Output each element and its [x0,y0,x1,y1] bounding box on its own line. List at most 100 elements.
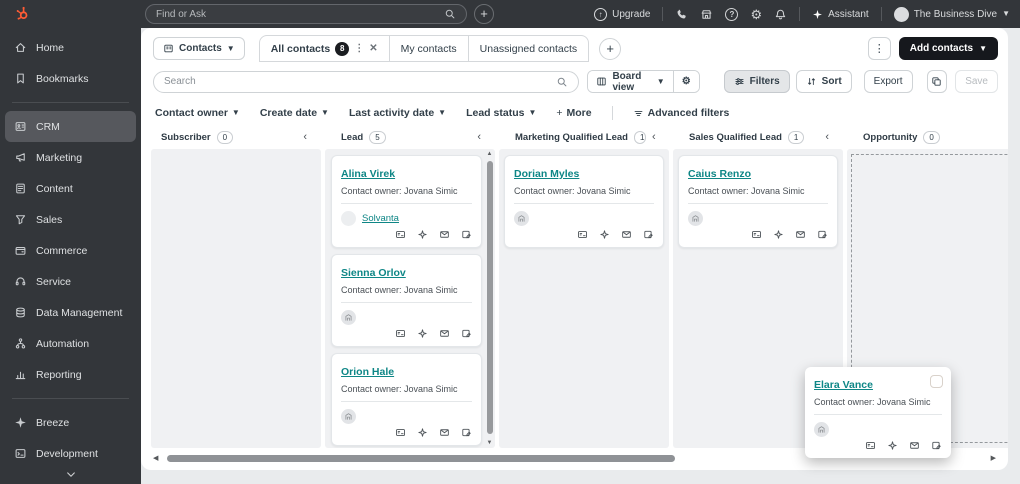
table-search[interactable] [153,70,580,93]
tab-options-icon[interactable]: ⋮ [354,43,364,54]
scroll-up-icon[interactable]: ▲ [485,151,494,157]
sidebar-item-commerce[interactable]: Commerce [5,235,136,266]
table-search-input[interactable] [164,76,557,87]
column-collapse-icon[interactable]: ‹ [477,131,481,143]
sidebar-item-marketing[interactable]: Marketing [5,142,136,173]
filters-button[interactable]: Filters [723,70,790,93]
actions-icon[interactable] [417,229,428,240]
note-icon[interactable] [931,440,942,451]
actions-icon[interactable] [599,229,610,240]
column-collapse-icon[interactable]: ‹ [652,131,656,143]
contact-card[interactable]: Caius Renzo Contact owner: Jovana Simic [678,155,838,248]
object-switcher-button[interactable]: Contacts ▼ [153,37,245,60]
add-contacts-button[interactable]: Add contacts ▼ [898,37,998,60]
advanced-filters-button[interactable]: Advanced filters [633,107,729,119]
contact-name-link[interactable]: Elara Vance [814,379,873,391]
board-settings-button[interactable]: ⚙ [672,71,699,92]
sidebar-item-breeze[interactable]: Breeze [5,407,136,438]
scrollbar-thumb[interactable] [167,454,675,462]
contact-card[interactable]: Dorian Myles Contact owner: Jovana Simic [504,155,664,248]
notifications-bell-icon[interactable] [774,8,787,21]
filter-contact-owner[interactable]: Contact owner ▼ [155,107,240,119]
help-icon[interactable]: ? [725,7,739,21]
note-icon[interactable] [461,328,472,339]
actions-icon[interactable] [417,328,428,339]
company-link[interactable]: Solvanta [362,213,399,224]
sidebar-item-crm[interactable]: CRM [5,111,136,142]
note-icon[interactable] [461,229,472,240]
scroll-left-icon[interactable]: ◀ [153,454,158,462]
actions-icon[interactable] [417,427,428,438]
scrollbar-thumb[interactable] [486,161,493,434]
column-collapse-icon[interactable]: ‹ [825,131,829,143]
column-collapse-icon[interactable]: ‹ [303,131,307,143]
contact-name-link[interactable]: Dorian Myles [514,168,579,180]
column-scrollbar[interactable]: ▲ ▼ [485,150,494,447]
scroll-down-icon[interactable]: ▼ [485,440,494,446]
save-view-button[interactable]: Save [955,70,998,93]
dragged-contact-card[interactable]: Elara Vance Contact owner: Jovana Simic [805,367,951,458]
email-icon[interactable] [439,427,450,438]
copy-view-button[interactable] [926,70,948,93]
preview-icon[interactable] [577,229,588,240]
calling-icon[interactable] [675,8,688,21]
record-avatar [688,210,703,226]
sidebar-item-development[interactable]: Development [5,438,136,469]
contact-card[interactable]: Alina Virek Contact owner: Jovana Simic … [331,155,482,248]
contact-name-link[interactable]: Sienna Orlov [341,267,406,279]
account-menu[interactable]: The Business Dive ▼ [893,6,1010,22]
note-icon[interactable] [817,229,828,240]
marketplace-icon[interactable] [700,8,713,21]
global-search-input[interactable] [156,8,444,20]
sidebar-item-data-management[interactable]: Data Management [5,297,136,328]
tab-close-icon[interactable]: ✕ [369,43,377,54]
hubspot-logo-icon[interactable] [14,5,31,22]
email-icon[interactable] [439,229,450,240]
filter-last-activity-date[interactable]: Last activity date ▼ [349,107,446,119]
more-filters-button[interactable]: + More [556,107,591,119]
global-create-button[interactable]: + [474,4,494,24]
sort-button[interactable]: Sort [795,70,852,93]
preview-icon[interactable] [395,229,406,240]
preview-icon[interactable] [865,440,876,451]
actions-icon[interactable] [773,229,784,240]
export-button[interactable]: Export [863,70,913,93]
settings-gear-icon[interactable]: ⚙ [750,8,762,21]
email-icon[interactable] [909,440,920,451]
add-view-button[interactable]: + [599,37,622,60]
global-search[interactable] [145,4,467,24]
more-options-button[interactable]: ⋮ [867,37,891,60]
note-icon[interactable] [643,229,654,240]
actions-icon[interactable] [887,440,898,451]
tab-unassigned-contacts[interactable]: Unassigned contacts [469,36,588,61]
sidebar-item-content[interactable]: Content [5,173,136,204]
board-view-selector[interactable]: Board view ▼ [588,71,673,92]
upgrade-button[interactable]: ↑ Upgrade [594,7,650,21]
sidebar-item-home[interactable]: Home [5,32,136,63]
contact-name-link[interactable]: Alina Virek [341,168,395,180]
email-icon[interactable] [439,328,450,339]
scroll-right-icon[interactable]: ▶ [991,454,996,462]
card-checkbox[interactable] [930,375,943,388]
sidebar-item-sales[interactable]: Sales [5,204,136,235]
contact-card[interactable]: Sienna Orlov Contact owner: Jovana Simic [331,254,482,347]
sidebar-item-bookmarks[interactable]: Bookmarks [5,63,136,94]
preview-icon[interactable] [395,427,406,438]
sidebar-item-service[interactable]: Service [5,266,136,297]
filter-lead-status[interactable]: Lead status ▼ [466,107,536,119]
filter-create-date[interactable]: Create date ▼ [260,107,329,119]
sidebar-collapse-button[interactable] [0,470,141,480]
email-icon[interactable] [621,229,632,240]
contact-card[interactable]: Orion Hale Contact owner: Jovana Simic [331,353,482,446]
sidebar-item-reporting[interactable]: Reporting [5,359,136,390]
contact-name-link[interactable]: Caius Renzo [688,168,751,180]
note-icon[interactable] [461,427,472,438]
preview-icon[interactable] [751,229,762,240]
assistant-button[interactable]: Assistant [812,9,869,20]
contact-name-link[interactable]: Orion Hale [341,366,394,378]
preview-icon[interactable] [395,328,406,339]
tab-all-contacts[interactable]: All contacts 8 ⋮ ✕ [260,36,390,61]
email-icon[interactable] [795,229,806,240]
sidebar-item-automation[interactable]: Automation [5,328,136,359]
tab-my-contacts[interactable]: My contacts [390,36,469,61]
